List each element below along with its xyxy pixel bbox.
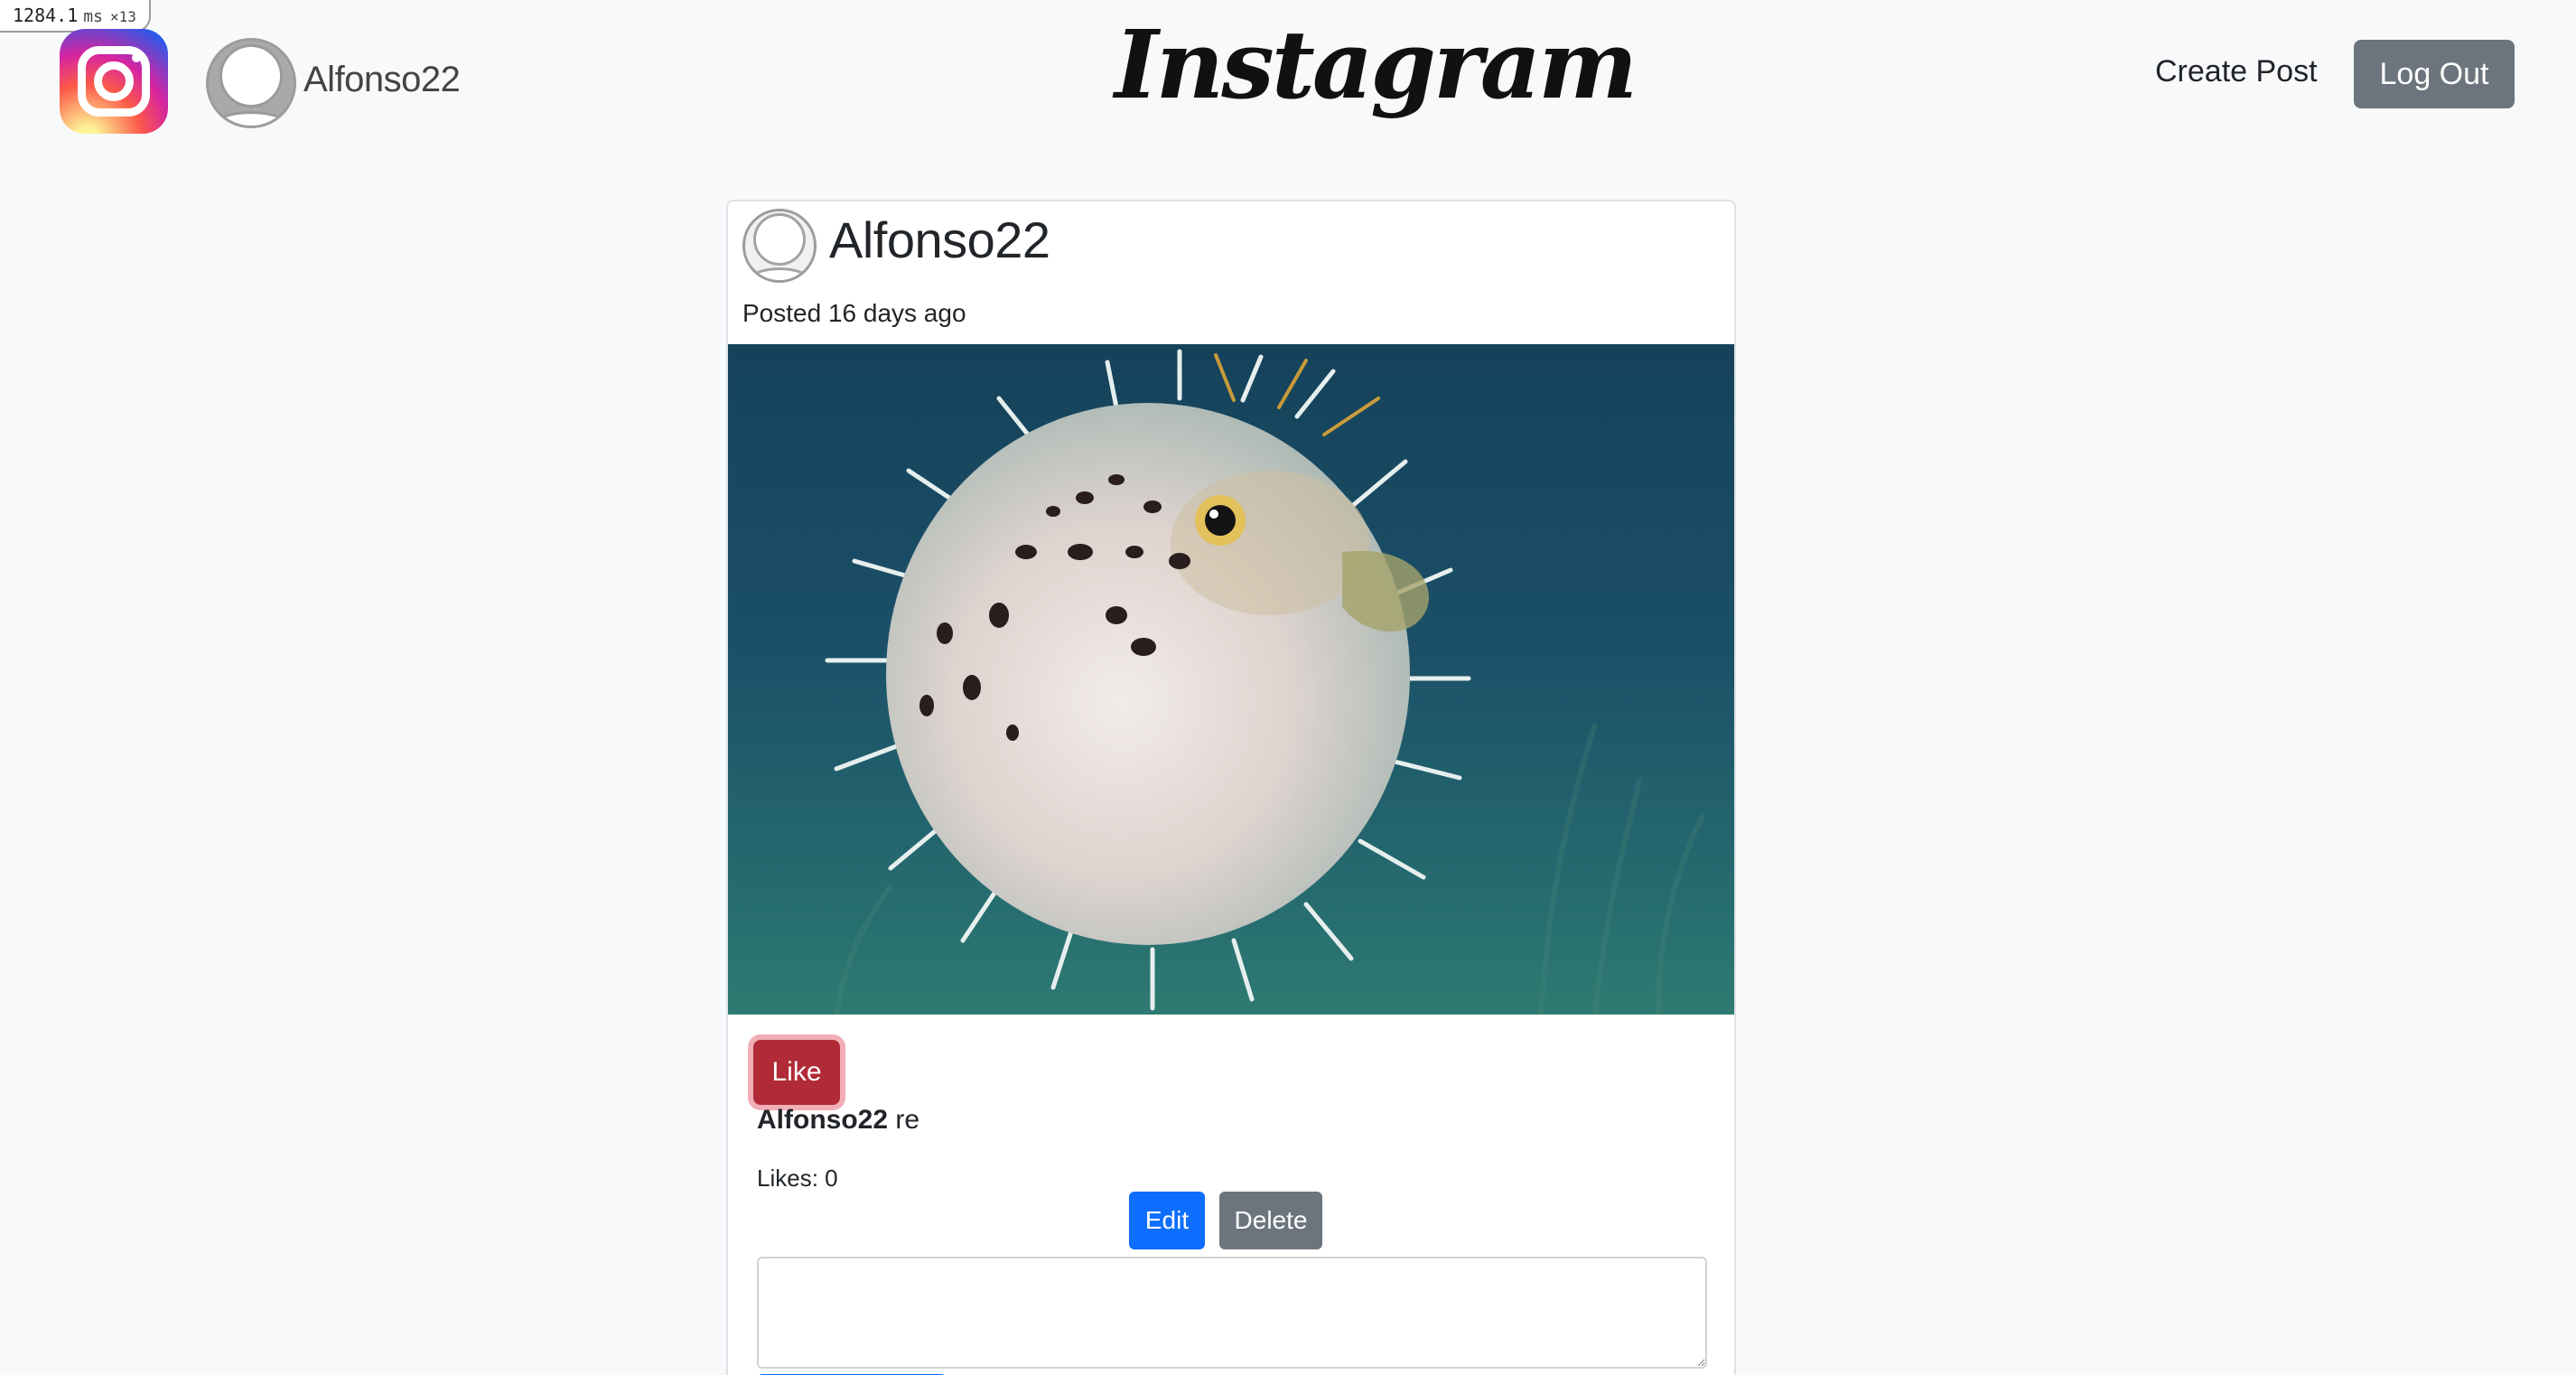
like-button[interactable]: Like — [753, 1040, 840, 1105]
brand-wordmark: Instagram — [1115, 9, 1638, 120]
pufferfish-image — [825, 349, 1706, 1015]
user-avatar[interactable] — [206, 38, 296, 128]
post-caption: Alfonso22 re — [757, 1105, 919, 1136]
likes-count: Likes: 0 — [757, 1165, 838, 1192]
perf-unit: ms — [83, 7, 103, 26]
perf-multiplier: ×13 — [109, 8, 136, 25]
header-username[interactable]: Alfonso22 — [303, 60, 461, 100]
post-card: Alfonso22 Posted 16 days ago Like Alfons… — [726, 200, 1736, 1375]
post-author-name[interactable]: Alfonso22 — [829, 210, 1050, 269]
perf-value: 1284.1 — [13, 5, 79, 26]
performance-badge: 1284.1 ms ×13 — [0, 0, 151, 33]
caption-author[interactable]: Alfonso22 — [757, 1105, 888, 1135]
comment-input[interactable] — [757, 1257, 1707, 1369]
logout-button[interactable]: Log Out — [2354, 40, 2515, 108]
post-image — [728, 344, 1734, 1015]
delete-button[interactable]: Delete — [1219, 1192, 1322, 1249]
instagram-logo-icon[interactable] — [60, 29, 168, 134]
edit-button[interactable]: Edit — [1129, 1192, 1205, 1249]
post-author-avatar[interactable] — [742, 209, 817, 283]
page: 1284.1 ms ×13 Alfonso22 Instagram Create P… — [0, 0, 2576, 1375]
create-post-link[interactable]: Create Post — [2155, 54, 2318, 89]
post-timestamp: Posted 16 days ago — [742, 299, 966, 327]
caption-text: re — [895, 1105, 920, 1135]
